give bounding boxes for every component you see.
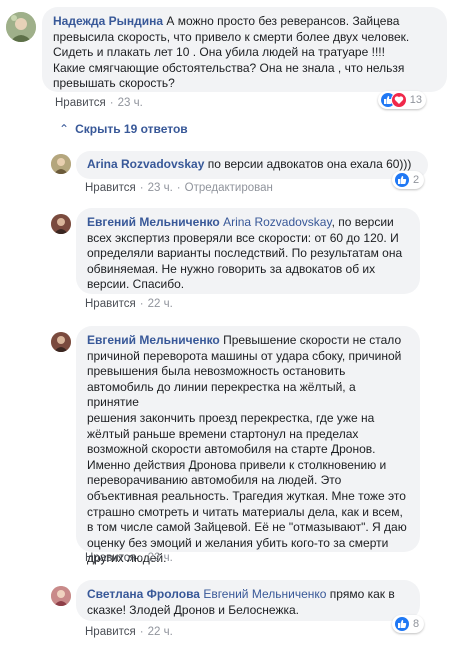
separator-dot: ·: [139, 298, 144, 310]
comment-text-line: Именно действия Дронова привели к столкн…: [87, 457, 387, 472]
avatar[interactable]: [51, 586, 71, 606]
separator-dot: ·: [139, 626, 144, 638]
comment-text-line: возможной скорости автомобиля на старте …: [87, 442, 376, 457]
avatar[interactable]: [51, 214, 71, 234]
hide-replies-label: Скрыть 19 ответов: [75, 122, 188, 136]
comment-text-line: по версии адвокатов она ехала 60))): [204, 157, 412, 171]
comment-bubble: Светлана Фролова Евгений Мельниченко пря…: [76, 580, 420, 621]
chevron-up-icon: ⌃: [59, 122, 70, 136]
avatar[interactable]: [51, 154, 71, 174]
comment-text-line: причиной переворота машины от удара сбок…: [87, 348, 402, 363]
avatar[interactable]: [6, 12, 36, 42]
reply-comment: Светлана Фролова Евгений Мельниченко пря…: [0, 578, 455, 648]
like-button[interactable]: Нравится: [85, 298, 136, 310]
reaction-count: 8: [413, 618, 420, 630]
comment-author[interactable]: Евгений Мельниченко: [87, 333, 220, 347]
separator-dot: ·: [109, 97, 114, 109]
like-button[interactable]: Нравится: [85, 552, 136, 564]
comment-text-line: превышать скорость?: [53, 76, 175, 91]
comment-text-line: объективная реальность. Трагедия жуткая.…: [87, 488, 406, 503]
comment-bubble: Евгений Мельниченко Превышение скорости …: [76, 326, 420, 565]
mention-link[interactable]: Arina Rozvadovskay: [223, 215, 332, 229]
comment-author[interactable]: Светлана Фролова: [87, 587, 200, 601]
comment-text-line: Превышение скорости не стало: [219, 333, 402, 347]
like-icon: [394, 172, 410, 188]
reaction-summary[interactable]: 8: [392, 615, 424, 633]
reaction-count: 2: [413, 174, 420, 186]
reaction-summary[interactable]: 2: [392, 171, 424, 189]
separator-dot: ·: [139, 182, 144, 194]
like-icon: [394, 616, 410, 632]
comment-text-line: сказке! Злодей Дронов и Белоснежка.: [87, 602, 299, 617]
like-button[interactable]: Нравится: [55, 97, 106, 109]
comment-text-line: жёлтый раньше времени стартонул на преде…: [87, 426, 359, 441]
comment-actions: Нравится · 23 ч. · Отредактирован: [85, 182, 273, 194]
comment-text-line: оценку без эмоций и желания убить кого-т…: [87, 535, 389, 550]
like-button[interactable]: Нравится: [85, 626, 136, 638]
comment-author[interactable]: Надежда Рындина: [53, 14, 163, 28]
comment-text-line: , по версии: [331, 215, 394, 229]
comment-actions: Нравится · 22 ч.: [85, 298, 173, 310]
comment-text-line: версии. Спасибо.: [87, 277, 185, 292]
comment-timestamp[interactable]: 23 ч.: [118, 97, 143, 109]
reaction-summary[interactable]: 13: [378, 91, 426, 109]
comment-timestamp[interactable]: 22 ч.: [148, 552, 173, 564]
separator-dot: ·: [139, 552, 144, 564]
comment-text-line: прямо как в: [326, 587, 395, 601]
comment-text-line: всех экспертиз проверяли все скорости: о…: [87, 230, 399, 245]
comment-timestamp[interactable]: 23 ч.: [148, 182, 173, 194]
like-button[interactable]: Нравится: [85, 182, 136, 194]
edited-label[interactable]: Отредактирован: [185, 182, 273, 194]
comment-text-line: обвиняемая. Не нужно говорить за адвокат…: [87, 261, 376, 276]
comment-timestamp[interactable]: 22 ч.: [148, 626, 173, 638]
comment-actions: Нравится · 23 ч.: [55, 97, 143, 109]
hide-replies-button[interactable]: ⌃ Скрыть 19 ответов: [59, 122, 188, 136]
mention-link[interactable]: Евгений Мельниченко: [203, 587, 326, 601]
love-icon: [390, 92, 407, 108]
comment-bubble: Евгений Мельниченко Arina Rozvadovskay, …: [76, 208, 420, 294]
comment-text-line: Сидеть и плакать лет 10 . Она убила люде…: [53, 45, 385, 60]
comment-text-line: определяли варианты последствий. По резу…: [87, 246, 403, 261]
comment-bubble: Arina Rozvadovskay по версии адвокатов о…: [76, 151, 428, 179]
comment-text-line: автомобиль до линии перекрестка на жёлты…: [87, 379, 356, 410]
comment-actions: Нравится · 22 ч.: [85, 552, 173, 564]
comment-author[interactable]: Arina Rozvadovskay: [87, 157, 204, 171]
comment-main: Надежда Рындина А можно просто без ревер…: [0, 0, 455, 118]
comment-actions: Нравится · 22 ч.: [85, 626, 173, 638]
reaction-count: 13: [409, 94, 422, 106]
comment-text-line: решения закончить проезд перекрестка, гд…: [87, 410, 375, 425]
avatar[interactable]: [51, 332, 71, 352]
separator-dot: ·: [176, 182, 181, 194]
comment-text-line: А можно просто без реверансов. Зайцева: [163, 14, 400, 28]
reply-comment: Евгений Мельниченко Превышение скорости …: [0, 323, 455, 573]
reply-comment: Arina Rozvadovskay по версии адвокатов о…: [0, 145, 455, 200]
comment-text-line: превысила скорость, что привело к смерти…: [53, 29, 410, 44]
comment-author[interactable]: Евгений Мельниченко: [87, 215, 220, 229]
comment-bubble: Надежда Рындина А можно просто без ревер…: [42, 7, 447, 92]
comment-text-line: страшно смотреть и читать материалы дела…: [87, 504, 403, 519]
reply-comment: Евгений Мельниченко Arina Rozvadovskay, …: [0, 205, 455, 315]
comment-text-line: превышения была невозможность остановить: [87, 364, 346, 379]
comment-text-line: Какие смягчающие обстоятельства? Она не …: [53, 60, 405, 75]
comment-text-line: в том числе самой Зайцевой. Её не "отмаз…: [87, 520, 407, 535]
comment-timestamp[interactable]: 22 ч.: [148, 298, 173, 310]
comment-text-line: переворачиванию автомобиля на людей. Это: [87, 473, 342, 488]
